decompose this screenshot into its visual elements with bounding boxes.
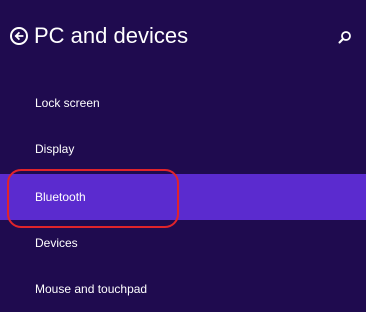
back-arrow-icon [14, 31, 24, 41]
nav-item-label: Lock screen [35, 96, 100, 110]
nav-item-label: Devices [35, 236, 78, 250]
nav-item-bluetooth[interactable]: Bluetooth [0, 174, 366, 220]
nav-item-mouse-and-touchpad[interactable]: Mouse and touchpad [0, 266, 366, 312]
nav-item-devices[interactable]: Devices [0, 220, 366, 266]
page-title: PC and devices [34, 23, 189, 48]
nav-item-lock-screen[interactable]: Lock screen [0, 80, 366, 126]
nav-item-label: Bluetooth [35, 190, 86, 204]
page-header: PC and devices [0, 0, 366, 80]
search-icon [338, 31, 351, 44]
search-button[interactable] [337, 30, 353, 46]
nav-item-display[interactable]: Display [0, 126, 366, 172]
back-button[interactable] [10, 27, 28, 45]
nav-item-label: Display [35, 142, 75, 156]
nav-item-label: Mouse and touchpad [35, 282, 148, 296]
